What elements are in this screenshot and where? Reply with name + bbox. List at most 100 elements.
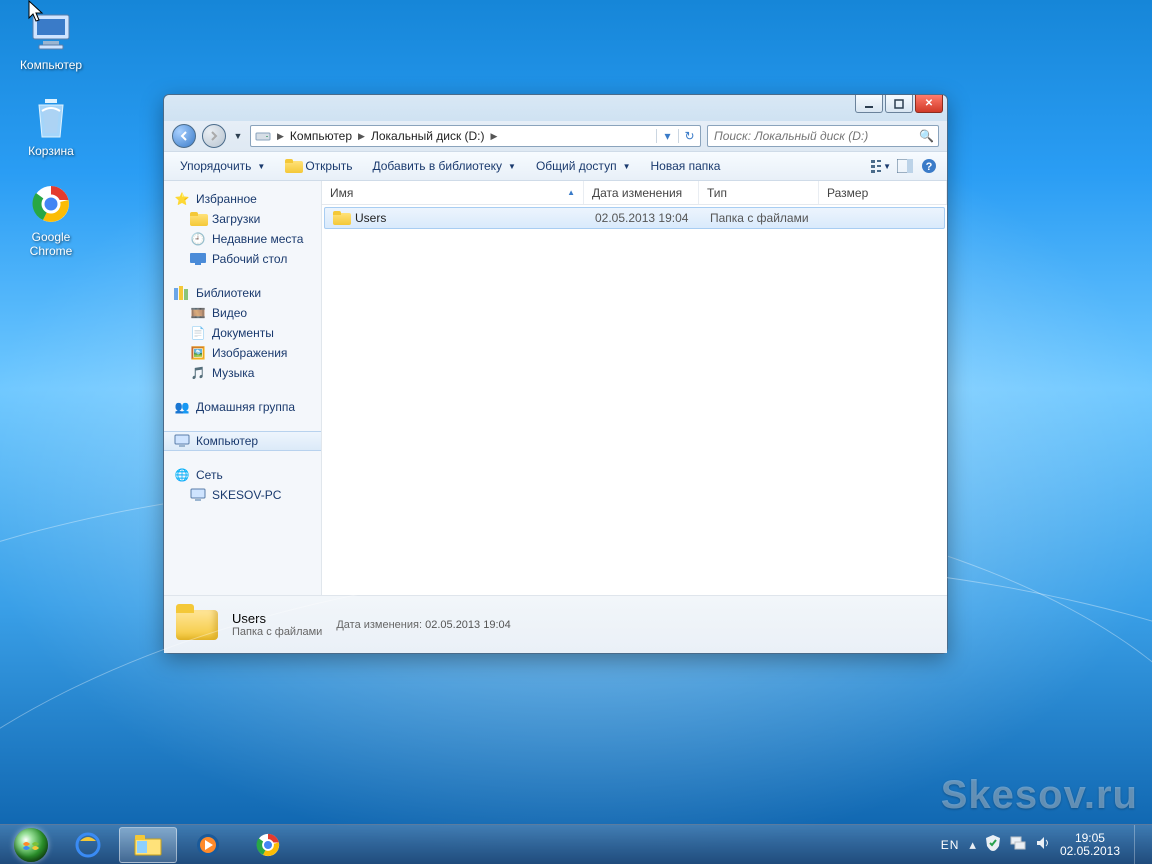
desktop-icon-label: Компьютер [20,58,82,72]
sidebar-item-desktop[interactable]: Рабочий стол [164,249,321,269]
recent-icon: 🕘 [190,231,206,247]
desktop-icon-computer[interactable]: Компьютер [6,8,96,72]
libraries-icon [174,285,190,301]
file-rows: Users 02.05.2013 19:04 Папка с файлами [322,205,947,595]
explorer-window: ✕ ▼ ▶ Компьютер ▶ Локальный диск (D:) ▶ [163,94,948,654]
nav-history-dropdown[interactable]: ▼ [232,124,244,148]
document-icon: 📄 [190,325,206,341]
desktop-icon-label: Google [32,230,71,244]
titlebar[interactable]: ✕ [164,95,947,121]
computer-icon [174,433,190,449]
nav-forward-button[interactable] [202,124,226,148]
chevron-down-icon: ▼ [508,162,516,171]
taskbar-clock[interactable]: 19:05 02.05.2013 [1060,832,1120,858]
search-input[interactable] [708,129,938,143]
refresh-button[interactable]: ↻ [678,129,700,143]
show-desktop-button[interactable] [1134,825,1148,864]
sidebar: ⭐ Избранное Загрузки 🕘 Недавние места [164,181,322,595]
maximize-button[interactable] [885,95,913,113]
sidebar-network[interactable]: 🌐 Сеть [164,465,321,485]
address-dropdown[interactable]: ▾ [656,129,678,143]
start-button[interactable] [4,825,58,864]
details-subtitle: Папка с файлами [232,626,322,638]
help-button[interactable]: ? [919,156,939,176]
watermark: Skesov.ru [941,773,1138,818]
add-to-library-button[interactable]: Добавить в библиотеку▼ [364,156,523,176]
sidebar-item-pc[interactable]: SKESOV-PC [164,485,321,505]
minimize-button[interactable] [855,95,883,113]
desktop-icon-recycle[interactable]: Корзина [6,94,96,158]
column-size[interactable]: Размер [819,181,947,204]
desktop-icon-label: Корзина [28,144,74,158]
network-icon: 🌐 [174,467,190,483]
desktop-icon-label: Chrome [30,244,73,258]
column-name[interactable]: Имя ▲ [322,181,584,204]
column-headers: Имя ▲ Дата изменения Тип Размер [322,181,947,205]
share-button[interactable]: Общий доступ▼ [528,156,639,176]
sidebar-favorites[interactable]: ⭐ Избранное [164,189,321,209]
breadcrumb-computer[interactable]: Компьютер [286,129,356,143]
details-date-value: 02.05.2013 19:04 [425,619,511,631]
file-row[interactable]: Users 02.05.2013 19:04 Папка с файлами [324,207,945,229]
nav-back-button[interactable] [172,124,196,148]
details-title: Users [232,611,322,626]
sidebar-computer[interactable]: Компьютер [164,431,321,451]
taskbar-app-ie[interactable] [59,827,117,863]
taskbar-app-chrome[interactable] [239,827,297,863]
new-folder-button[interactable]: Новая папка [642,156,728,176]
breadcrumb-sep[interactable]: ▶ [356,131,367,142]
folder-large-icon [176,604,218,646]
video-icon: 🎞️ [190,305,206,321]
organize-button[interactable]: Упорядочить▼ [172,156,273,176]
chrome-icon [27,180,75,228]
window-body: ⭐ Избранное Загрузки 🕘 Недавние места [164,181,947,595]
taskbar-app-explorer[interactable] [119,827,177,863]
windows-orb-icon [14,828,48,862]
desktop-icon-chrome[interactable]: Google Chrome [6,180,96,258]
language-indicator[interactable]: EN [941,838,960,852]
security-icon[interactable] [986,835,1000,854]
taskbar-app-wmp[interactable] [179,827,237,863]
chevron-down-icon: ▼ [883,162,891,171]
address-bar[interactable]: ▶ Компьютер ▶ Локальный диск (D:) ▶ ▾ ↻ [250,125,701,147]
sidebar-item-music[interactable]: 🎵 Музыка [164,363,321,383]
computer-icon [27,8,75,56]
breadcrumb-sep[interactable]: ▶ [489,131,500,142]
search-box[interactable]: 🔍 [707,125,939,147]
pc-icon [190,487,206,503]
chevron-down-icon: ▼ [623,162,631,171]
desktop-icons: Компьютер Корзина [6,8,96,280]
sidebar-item-downloads[interactable]: Загрузки [164,209,321,229]
open-button[interactable]: Открыть [277,155,360,177]
sidebar-item-videos[interactable]: 🎞️ Видео [164,303,321,323]
column-type[interactable]: Тип [699,181,819,204]
column-date[interactable]: Дата изменения [584,181,699,204]
desktop: Компьютер Корзина [0,0,1152,864]
homegroup-icon: 👥 [174,399,190,415]
svg-text:?: ? [926,161,933,173]
system-tray: EN ▴ 19:05 02.05.2013 [941,825,1148,864]
sidebar-libraries[interactable]: Библиотеки [164,283,321,303]
sidebar-item-recent[interactable]: 🕘 Недавние места [164,229,321,249]
breadcrumb-sep[interactable]: ▶ [275,131,286,142]
network-tray-icon[interactable] [1010,836,1026,853]
close-button[interactable]: ✕ [915,95,943,113]
taskbar: EN ▴ 19:05 02.05.2013 [0,824,1152,864]
sidebar-item-documents[interactable]: 📄 Документы [164,323,321,343]
sidebar-item-pictures[interactable]: 🖼️ Изображения [164,343,321,363]
recycle-bin-icon [27,94,75,142]
music-icon: 🎵 [190,365,206,381]
tray-chevron-icon[interactable]: ▴ [969,837,976,853]
desktop-icon [190,251,206,267]
breadcrumb-drive[interactable]: Локальный диск (D:) [367,129,489,143]
chevron-down-icon: ▼ [257,162,265,171]
cell-type: Папка с файлами [702,211,822,225]
sidebar-homegroup[interactable]: 👥 Домашняя группа [164,397,321,417]
downloads-icon [190,211,206,227]
volume-icon[interactable] [1036,836,1050,853]
details-date-label: Дата изменения: [336,619,422,631]
sort-asc-icon: ▲ [567,188,575,197]
preview-pane-button[interactable] [895,156,915,176]
drive-icon [255,128,271,145]
view-mode-button[interactable]: ▼ [871,156,891,176]
